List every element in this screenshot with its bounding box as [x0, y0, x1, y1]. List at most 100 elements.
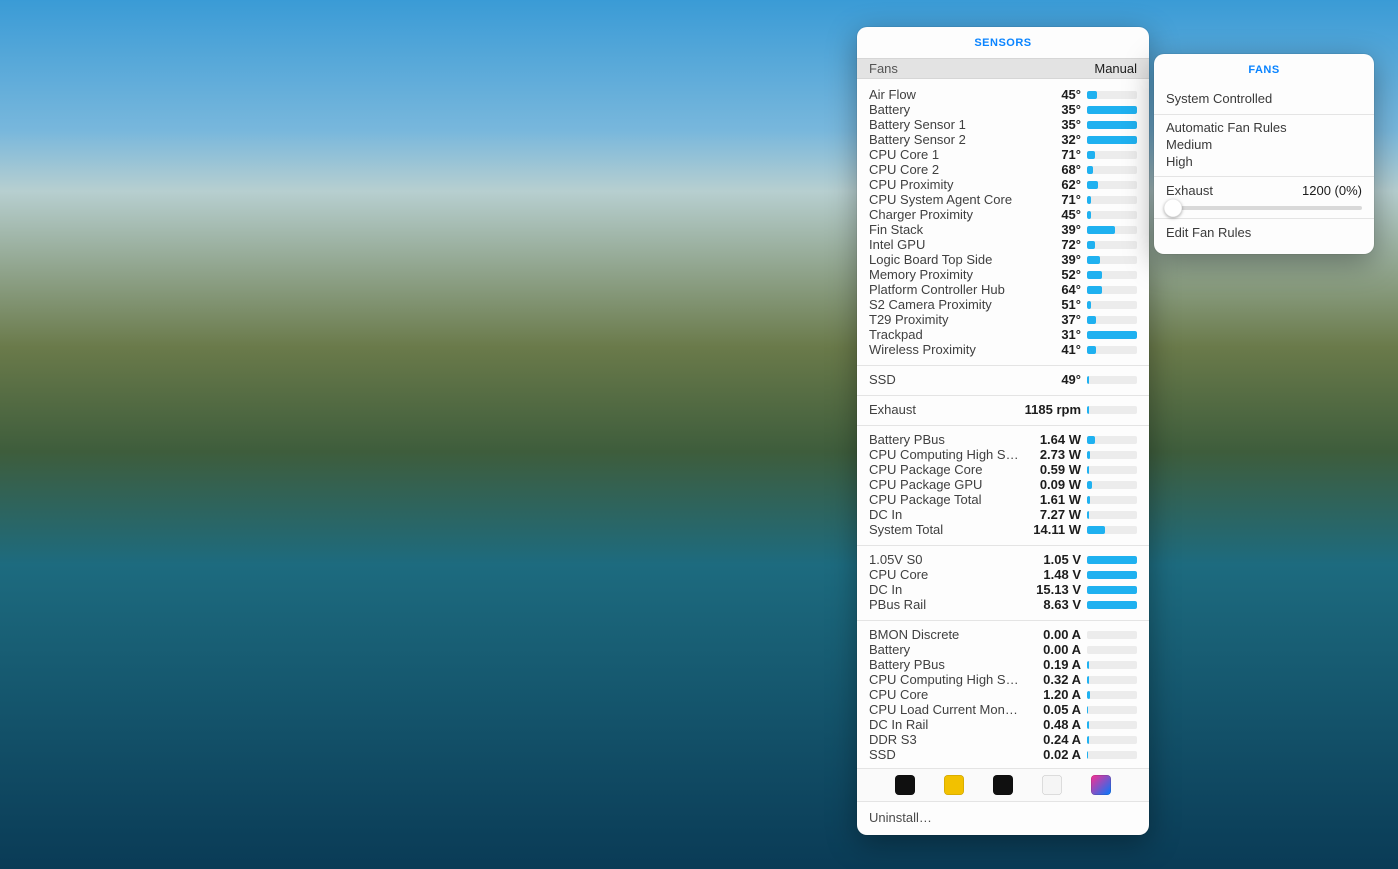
sensor-value: 2.73 W [1019, 447, 1087, 462]
sensor-row[interactable]: DC In Rail0.48 A [857, 717, 1149, 732]
sensor-row[interactable]: Exhaust1185 rpm [857, 402, 1149, 417]
sensor-row[interactable]: DC In15.13 V [857, 582, 1149, 597]
sensor-row[interactable]: Intel GPU72° [857, 237, 1149, 252]
sensor-row[interactable]: CPU Computing High Side2.73 W [857, 447, 1149, 462]
fan-value: 1200 (0%) [1302, 183, 1362, 198]
fan-slider-knob[interactable] [1164, 199, 1182, 217]
sensor-row[interactable]: System Total14.11 W [857, 522, 1149, 537]
sensor-value: 39° [1019, 252, 1087, 267]
sensor-row[interactable]: Logic Board Top Side39° [857, 252, 1149, 267]
sensor-row[interactable]: Battery PBus1.64 W [857, 432, 1149, 447]
sensor-value: 0.00 A [1019, 627, 1087, 642]
fans-rules-heading: Automatic Fan Rules [1166, 119, 1362, 136]
sensor-row[interactable]: CPU Proximity62° [857, 177, 1149, 192]
sensor-row[interactable]: CPU Core1.48 V [857, 567, 1149, 582]
sensor-value: 35° [1019, 117, 1087, 132]
sensor-row[interactable]: Fin Stack39° [857, 222, 1149, 237]
sensor-value: 14.11 W [1019, 522, 1087, 537]
sensor-label: SSD [869, 372, 1019, 387]
sensor-row[interactable]: Charger Proximity45° [857, 207, 1149, 222]
sensor-label: BMON Discrete [869, 627, 1019, 642]
sensor-row[interactable]: 1.05V S01.05 V [857, 552, 1149, 567]
sensor-row[interactable]: CPU Package GPU0.09 W [857, 477, 1149, 492]
sensor-row[interactable]: CPU Computing High Side0.32 A [857, 672, 1149, 687]
system-info-icon[interactable] [1042, 775, 1062, 795]
sensor-row[interactable]: Memory Proximity52° [857, 267, 1149, 282]
sensors-list[interactable]: Air Flow45°Battery35°Battery Sensor 135°… [857, 79, 1149, 768]
sensor-row[interactable]: Air Flow45° [857, 87, 1149, 102]
sensor-bar [1087, 301, 1137, 309]
sensor-row[interactable]: CPU Package Core0.59 W [857, 462, 1149, 477]
activity-monitor-icon[interactable] [895, 775, 915, 795]
sensor-row[interactable]: CPU Package Total1.61 W [857, 492, 1149, 507]
sensor-bar [1087, 646, 1137, 654]
sensor-row[interactable]: S2 Camera Proximity51° [857, 297, 1149, 312]
sensor-row[interactable]: CPU Core 268° [857, 162, 1149, 177]
console-icon[interactable] [944, 775, 964, 795]
sensor-bar [1087, 151, 1137, 159]
sensor-row[interactable]: Platform Controller Hub64° [857, 282, 1149, 297]
sensor-row[interactable]: Battery35° [857, 102, 1149, 117]
sensor-row[interactable]: BMON Discrete0.00 A [857, 627, 1149, 642]
sensor-label: Exhaust [869, 402, 1019, 417]
sensor-row[interactable]: CPU Core 171° [857, 147, 1149, 162]
sensor-label: 1.05V S0 [869, 552, 1019, 567]
sensor-row[interactable]: CPU Core1.20 A [857, 687, 1149, 702]
sensor-row[interactable]: Battery Sensor 135° [857, 117, 1149, 132]
sensor-value: 1.48 V [1019, 567, 1087, 582]
sensors-header-row[interactable]: Fans Manual [857, 58, 1149, 79]
sensor-bar [1087, 706, 1137, 714]
sensor-label: Battery Sensor 1 [869, 117, 1019, 132]
sensor-row[interactable]: SSD49° [857, 372, 1149, 387]
sensor-bar [1087, 331, 1137, 339]
sensor-value: 1185 rpm [1019, 402, 1087, 417]
sensor-row[interactable]: CPU Load Current Monitor0.05 A [857, 702, 1149, 717]
fans-rules-section[interactable]: Automatic Fan Rules Medium High [1154, 115, 1374, 177]
sensor-row[interactable]: SSD0.02 A [857, 747, 1149, 762]
sensor-value: 7.27 W [1019, 507, 1087, 522]
sensor-label: CPU Core 1 [869, 147, 1019, 162]
sensor-label: CPU System Agent Core [869, 192, 1019, 207]
sensor-bar [1087, 526, 1137, 534]
sensor-value: 0.09 W [1019, 477, 1087, 492]
sensor-value: 37° [1019, 312, 1087, 327]
sensor-label: S2 Camera Proximity [869, 297, 1019, 312]
sensor-value: 31° [1019, 327, 1087, 342]
sensor-row[interactable]: CPU System Agent Core71° [857, 192, 1149, 207]
sensor-label: Memory Proximity [869, 267, 1019, 282]
edit-fan-rules[interactable]: Edit Fan Rules [1154, 219, 1374, 244]
sensor-value: 0.02 A [1019, 747, 1087, 762]
sensor-group: SSD49° [857, 370, 1149, 391]
fans-system-controlled[interactable]: System Controlled [1154, 85, 1374, 115]
sensor-label: Air Flow [869, 87, 1019, 102]
sensor-bar [1087, 571, 1137, 579]
sensor-row[interactable]: Trackpad31° [857, 327, 1149, 342]
sensor-label: System Total [869, 522, 1019, 537]
sensor-value: 15.13 V [1019, 582, 1087, 597]
uninstall-button[interactable]: Uninstall… [857, 801, 1149, 835]
sensor-bar [1087, 496, 1137, 504]
sensor-bar [1087, 196, 1137, 204]
sensor-row[interactable]: DDR S30.24 A [857, 732, 1149, 747]
sensor-row[interactable]: PBus Rail8.63 V [857, 597, 1149, 612]
fan-slider[interactable] [1166, 198, 1362, 210]
sensor-label: Battery Sensor 2 [869, 132, 1019, 147]
sensor-value: 32° [1019, 132, 1087, 147]
sensor-row[interactable]: Battery0.00 A [857, 642, 1149, 657]
fans-panel: FANS System Controlled Automatic Fan Rul… [1154, 54, 1374, 254]
sensor-group: 1.05V S01.05 VCPU Core1.48 VDC In15.13 V… [857, 550, 1149, 616]
sensor-label: DC In [869, 507, 1019, 522]
sensor-value: 71° [1019, 192, 1087, 207]
sensor-row[interactable]: Battery PBus0.19 A [857, 657, 1149, 672]
terminal-icon[interactable] [993, 775, 1013, 795]
sensor-row[interactable]: Battery Sensor 232° [857, 132, 1149, 147]
sensor-row[interactable]: T29 Proximity37° [857, 312, 1149, 327]
apple-diagnostics-icon[interactable] [1091, 775, 1111, 795]
fans-rule-item: Medium [1166, 136, 1362, 153]
sensor-row[interactable]: Wireless Proximity41° [857, 342, 1149, 357]
sensor-row[interactable]: DC In7.27 W [857, 507, 1149, 522]
sensor-value: 64° [1019, 282, 1087, 297]
sensor-label: CPU Core 2 [869, 162, 1019, 177]
sensor-bar [1087, 181, 1137, 189]
sensor-label: Logic Board Top Side [869, 252, 1019, 267]
